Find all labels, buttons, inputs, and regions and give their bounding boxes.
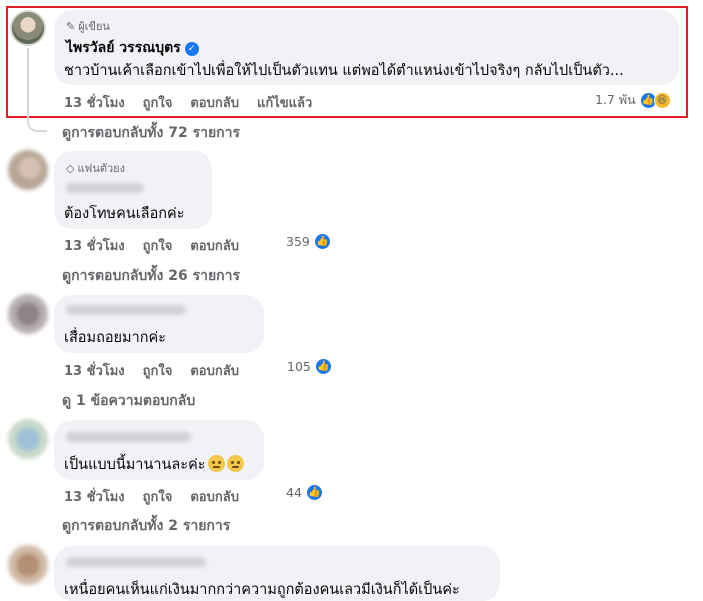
author-badge: ✎ ผู้เขียน — [66, 17, 110, 35]
reply-button[interactable]: ตอบกลับ — [190, 92, 239, 113]
comment-actions: 13 ชั่วโมง ถูกใจ ตอบกลับ — [64, 360, 239, 381]
reaction-count-text[interactable]: 105 — [287, 359, 311, 374]
like-button[interactable]: ถูกใจ — [143, 92, 173, 113]
like-button[interactable]: ถูกใจ — [143, 486, 173, 507]
commenter-name-blurred[interactable] — [66, 557, 206, 567]
view-replies-link[interactable]: ดูการตอบกลับทั้ง 26 รายการ — [62, 265, 240, 287]
reaction-count[interactable]: 105 👍 — [287, 358, 332, 375]
comment-text: ต้องโทษคนเลือกค่ะ — [64, 206, 185, 222]
commenter-name-blurred[interactable] — [66, 183, 144, 193]
view-replies-link[interactable]: ดู 1 ข้อความตอบกลับ — [62, 390, 195, 412]
commenter-avatar[interactable] — [8, 545, 48, 585]
reaction-count-text[interactable]: 1.7 พัน — [595, 90, 636, 110]
haha-reaction-icon: 😆 — [653, 91, 671, 109]
reaction-count[interactable]: 359 👍 — [286, 233, 331, 250]
reply-button[interactable]: ตอบกลับ — [190, 486, 239, 507]
comment-actions: 13 ชั่วโมง ถูกใจ ตอบกลับ — [64, 486, 239, 507]
reply-button[interactable]: ตอบกลับ — [190, 360, 239, 381]
comment-text-body: เป็นแบบนี้มานานละค่ะ — [64, 457, 206, 473]
reaction-count[interactable]: 44 👍 — [286, 484, 323, 501]
comment-actions: 13 ชั่วโมง ถูกใจ ตอบกลับ — [64, 235, 239, 256]
like-button[interactable]: ถูกใจ — [143, 360, 173, 381]
thread-line — [27, 48, 47, 132]
like-reaction-icon: 👍 — [313, 233, 331, 250]
author-badge-label: ผู้เขียน — [78, 20, 110, 33]
like-reaction-icon: 👍 — [314, 358, 332, 375]
commenter-avatar[interactable] — [8, 150, 48, 190]
author-name[interactable]: ไพรวัลย์ วรรณบุตร ✓ — [66, 37, 199, 59]
comment-time[interactable]: 13 ชั่วโมง — [64, 360, 125, 381]
author-comment-text: ชาวบ้านเค้าเลือกเข้าไปเพื่อให้ไปเป็นตัวแ… — [64, 63, 624, 79]
author-avatar[interactable] — [10, 10, 46, 46]
verified-icon: ✓ — [184, 42, 199, 56]
like-reaction-icon: 👍 — [305, 484, 323, 501]
diamond-icon: ◇ — [66, 161, 75, 175]
author-comment-bubble: ✎ ผู้เขียน ไพรวัลย์ วรรณบุตร ✓ ชาวบ้านเค้… — [54, 10, 679, 85]
comment-bubble: เหนื่อยคนเห็นแก่เงินมากกว่าความถูกต้องคน… — [54, 546, 500, 601]
comment-text: เหนื่อยคนเห็นแก่เงินมากกว่าความถูกต้องคน… — [64, 582, 460, 598]
commenter-name-blurred[interactable] — [66, 432, 191, 442]
author-comment-actions: 13 ชั่วโมง ถูกใจ ตอบกลับ แก้ไขแล้ว — [64, 92, 312, 113]
commenter-avatar[interactable] — [8, 419, 48, 459]
comment-bubble: เสื่อมถอยมากค่ะ — [54, 295, 264, 353]
commenter-name-blurred[interactable] — [66, 305, 186, 315]
author-name-text[interactable]: ไพรวัลย์ วรรณบุตร — [66, 40, 181, 56]
commenter-avatar[interactable] — [8, 294, 48, 334]
pencil-icon: ✎ — [66, 19, 76, 33]
fan-badge: ◇ แฟนตัวยง — [66, 159, 125, 177]
view-replies-link[interactable]: ดูการตอบกลับทั้ง 72 รายการ — [62, 122, 240, 144]
comment-bubble: เป็นแบบนี้มานานละค่ะ — [54, 420, 264, 480]
comment-time[interactable]: 13 ชั่วโมง — [64, 92, 125, 113]
view-replies-link[interactable]: ดูการตอบกลับทั้ง 2 รายการ — [62, 515, 230, 537]
reply-button[interactable]: ตอบกลับ — [190, 235, 239, 256]
edited-label[interactable]: แก้ไขแล้ว — [257, 92, 312, 113]
comment-time[interactable]: 13 ชั่วโมง — [64, 235, 125, 256]
comment-bubble: ◇ แฟนตัวยง ต้องโทษคนเลือกค่ะ — [54, 151, 212, 229]
reaction-count-text[interactable]: 44 — [286, 485, 302, 500]
comment-text: เสื่อมถอยมากค่ะ — [64, 330, 167, 346]
reaction-count-text[interactable]: 359 — [286, 234, 310, 249]
neutral-face-emoji — [226, 455, 244, 472]
fan-badge-label: แฟนตัวยง — [77, 162, 126, 175]
like-button[interactable]: ถูกใจ — [143, 235, 173, 256]
comment-text: เป็นแบบนี้มานานละค่ะ — [64, 453, 244, 476]
comment-time[interactable]: 13 ชั่วโมง — [64, 486, 125, 507]
neutral-face-emoji — [207, 455, 225, 472]
reaction-count[interactable]: 1.7 พัน 👍 😆 — [595, 90, 671, 110]
